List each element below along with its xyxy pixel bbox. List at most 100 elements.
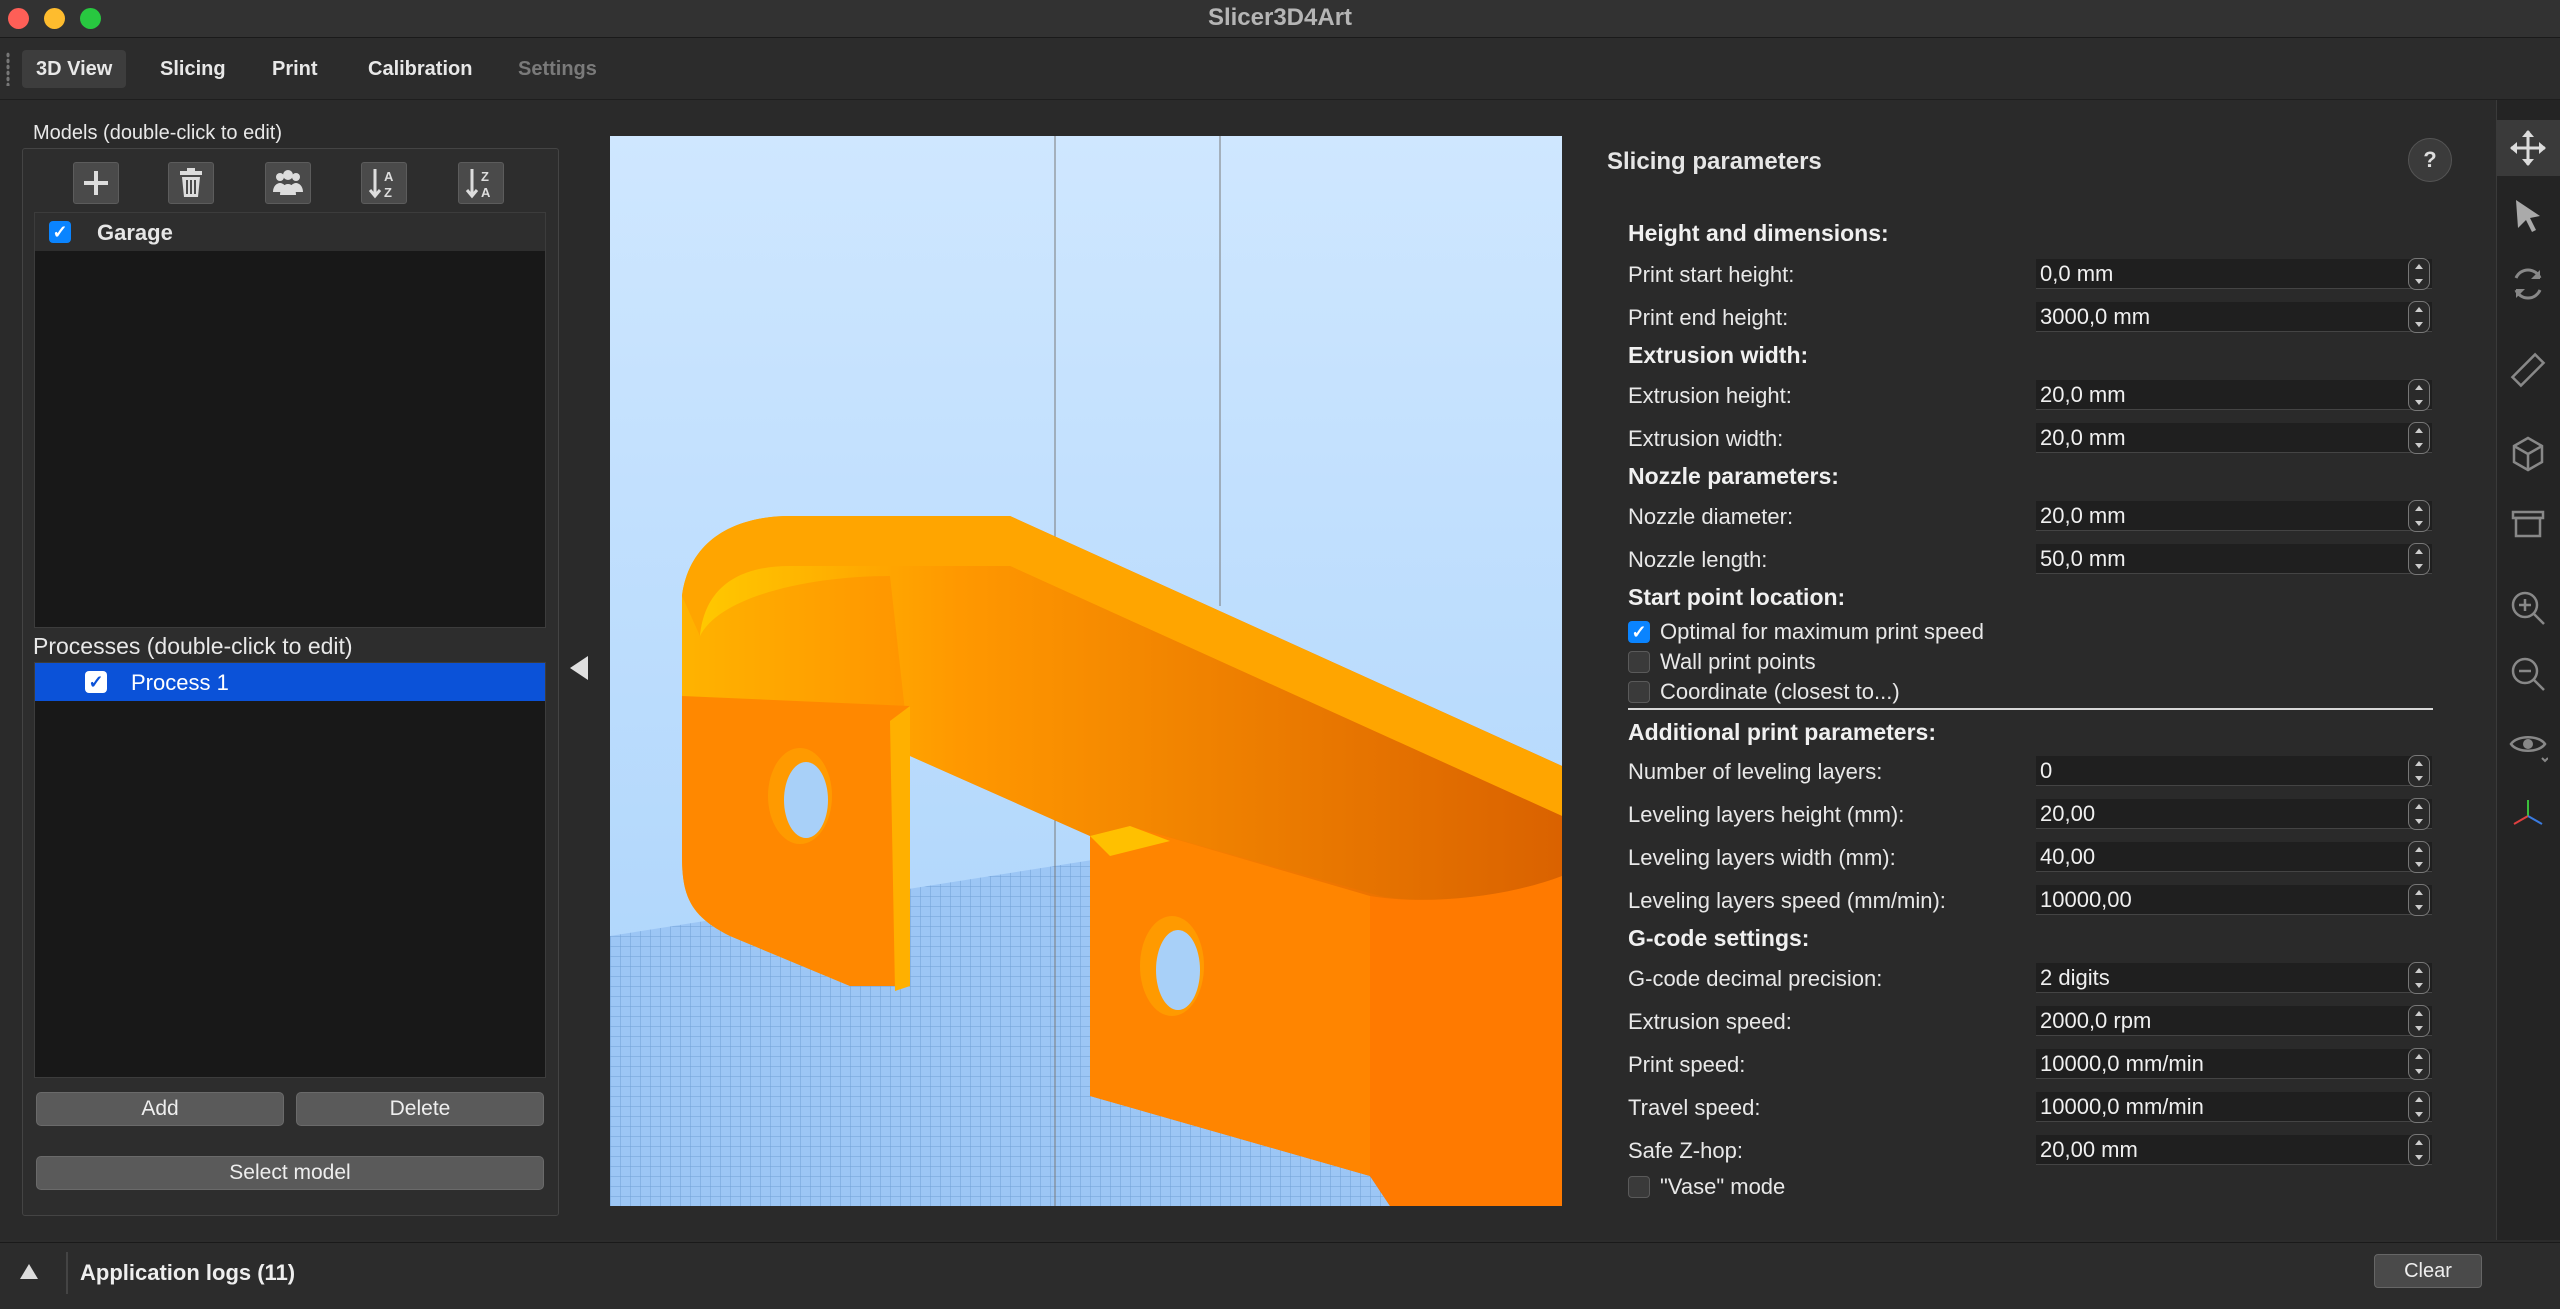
extrusion-height-label: Extrusion height:	[1628, 383, 1792, 408]
nozzle-diameter-field[interactable]: 20,0 mm	[2036, 501, 2432, 531]
leveling-layers-label: Number of leveling layers:	[1628, 759, 1883, 784]
travel-speed-field[interactable]: 10000,0 mm/min	[2036, 1092, 2432, 1122]
extrusion-speed-stepper[interactable]	[2408, 1005, 2430, 1037]
wall-print-points-checkbox[interactable]	[1628, 651, 1650, 673]
slicing-parameters-title: Slicing parameters	[1607, 148, 1822, 175]
vase-mode-label: "Vase" mode	[1660, 1174, 1786, 1199]
print-speed-field[interactable]: 10000,0 mm/min	[2036, 1049, 2432, 1079]
rotate-icon[interactable]	[2508, 264, 2548, 304]
wall-print-points-label: Wall print points	[1660, 649, 1816, 674]
leveling-height-field[interactable]: 20,00	[2036, 799, 2432, 829]
sort-za-icon: ZA	[465, 169, 491, 200]
gcode-precision-select[interactable]: 2 digits	[2036, 963, 2432, 993]
coordinate-checkbox[interactable]	[1628, 681, 1650, 703]
eye-icon[interactable]	[2508, 724, 2549, 764]
extrusion-width-stepper[interactable]	[2408, 422, 2430, 454]
safe-zhop-label: Safe Z-hop:	[1628, 1138, 1743, 1163]
section-nozzle: Nozzle parameters:	[1628, 463, 1839, 489]
extrusion-speed-label: Extrusion speed:	[1628, 1009, 1792, 1034]
travel-speed-stepper[interactable]	[2408, 1091, 2430, 1123]
nozzle-length-field[interactable]: 50,0 mm	[2036, 544, 2432, 574]
tab-settings[interactable]: Settings	[504, 50, 611, 88]
expand-logs-icon[interactable]	[20, 1264, 38, 1279]
3d-scene[interactable]	[610, 136, 1562, 1206]
select-model-button[interactable]: Select model	[36, 1156, 544, 1190]
print-start-height-field[interactable]: 0,0 mm	[2036, 259, 2432, 289]
cube-icon[interactable]	[2508, 434, 2548, 474]
leveling-layers-field[interactable]: 0	[2036, 756, 2432, 786]
delete-process-button[interactable]: Delete	[296, 1092, 544, 1126]
box-icon[interactable]	[2508, 504, 2548, 544]
ruler-icon[interactable]	[2508, 350, 2548, 390]
nozzle-diameter-label: Nozzle diameter:	[1628, 504, 1794, 529]
safe-zhop-field[interactable]: 20,00 mm	[2036, 1135, 2432, 1165]
optimal-speed-checkbox[interactable]: ✓	[1628, 621, 1650, 643]
nozzle-length-stepper[interactable]	[2408, 543, 2430, 575]
print-end-height-stepper[interactable]	[2408, 301, 2430, 333]
zoom-out-icon[interactable]	[2508, 654, 2548, 694]
toolbar-grip-icon[interactable]	[6, 52, 10, 86]
models-list[interactable]: ✓ Garage	[34, 212, 546, 628]
model-name: Garage	[97, 220, 173, 245]
leveling-speed-field[interactable]: 10000,00	[2036, 885, 2432, 915]
extrusion-width-field[interactable]: 20,0 mm	[2036, 423, 2432, 453]
sort-descending-button[interactable]: ZA	[458, 162, 504, 204]
log-bar	[0, 1242, 2560, 1309]
optimal-speed-label: Optimal for maximum print speed	[1660, 619, 1984, 644]
svg-text:Z: Z	[384, 185, 392, 200]
leveling-height-label: Leveling layers height (mm):	[1628, 802, 1905, 827]
tab-print[interactable]: Print	[258, 50, 332, 88]
group-models-button[interactable]	[265, 162, 311, 204]
process-checkbox[interactable]: ✓	[85, 671, 107, 693]
section-extrusion: Extrusion width:	[1628, 342, 1809, 368]
3d-viewport[interactable]	[610, 136, 1562, 1206]
leveling-speed-stepper[interactable]	[2408, 884, 2430, 916]
extrusion-height-field[interactable]: 20,0 mm	[2036, 380, 2432, 410]
print-start-height-stepper[interactable]	[2408, 258, 2430, 290]
gcode-precision-stepper[interactable]	[2408, 962, 2430, 994]
print-end-height-field[interactable]: 3000,0 mm	[2036, 302, 2432, 332]
extrusion-width-label: Extrusion width:	[1628, 426, 1784, 451]
travel-speed-label: Travel speed:	[1628, 1095, 1761, 1120]
svg-text:A: A	[384, 169, 394, 184]
print-end-height-label: Print end height:	[1628, 305, 1789, 330]
leveling-height-stepper[interactable]	[2408, 798, 2430, 830]
leveling-width-field[interactable]: 40,00	[2036, 842, 2432, 872]
nozzle-diameter-stepper[interactable]	[2408, 500, 2430, 532]
leveling-width-stepper[interactable]	[2408, 841, 2430, 873]
tab-bar: 3D View Slicing Print Calibration Settin…	[0, 38, 2560, 100]
help-button[interactable]: ?	[2408, 138, 2452, 182]
model-checkbox[interactable]: ✓	[49, 221, 71, 243]
log-separator	[66, 1252, 68, 1294]
section-start-point: Start point location:	[1628, 584, 1846, 610]
move-icon[interactable]	[2508, 128, 2548, 168]
collapse-panel-icon[interactable]	[570, 656, 588, 680]
tab-3d-view[interactable]: 3D View	[22, 50, 127, 88]
sort-ascending-button[interactable]: AZ	[361, 162, 407, 204]
zoom-in-icon[interactable]	[2508, 588, 2548, 628]
add-process-button[interactable]: Add	[36, 1092, 284, 1126]
list-item[interactable]: ✓ Garage	[35, 213, 545, 251]
leveling-layers-stepper[interactable]	[2408, 755, 2430, 787]
extrusion-speed-field[interactable]: 2000,0 rpm	[2036, 1006, 2432, 1036]
coordinate-label: Coordinate (closest to...)	[1660, 679, 1900, 704]
print-speed-stepper[interactable]	[2408, 1048, 2430, 1080]
extrusion-height-stepper[interactable]	[2408, 379, 2430, 411]
models-title: Models (double-click to edit)	[33, 122, 282, 144]
application-logs-title[interactable]: Application logs (11)	[80, 1256, 295, 1290]
delete-model-button[interactable]	[168, 162, 214, 204]
add-icon	[84, 171, 108, 195]
vase-mode-checkbox[interactable]	[1628, 1176, 1650, 1198]
list-item[interactable]: ✓ Process 1	[35, 663, 545, 701]
group-icon	[273, 170, 303, 195]
processes-list[interactable]: ✓ Process 1	[34, 662, 546, 1078]
axes-icon[interactable]	[2508, 794, 2548, 834]
tab-calibration[interactable]: Calibration	[354, 50, 486, 88]
gcode-precision-label: G-code decimal precision:	[1628, 966, 1883, 991]
clear-logs-button[interactable]: Clear	[2374, 1254, 2482, 1288]
trash-icon	[180, 168, 202, 197]
tab-slicing[interactable]: Slicing	[146, 50, 240, 88]
select-cursor-icon[interactable]	[2508, 196, 2548, 236]
safe-zhop-stepper[interactable]	[2408, 1134, 2430, 1166]
add-model-button[interactable]	[73, 162, 119, 204]
